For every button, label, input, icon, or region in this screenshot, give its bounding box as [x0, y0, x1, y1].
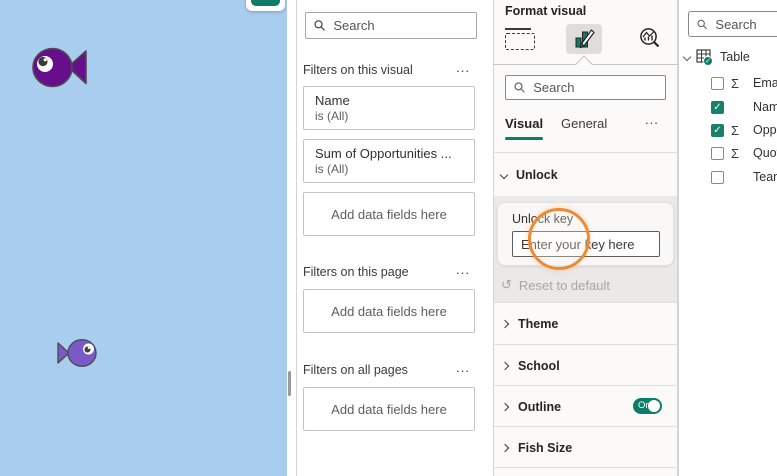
- search-icon: [314, 20, 325, 31]
- filter-card-name[interactable]: Name is (All): [303, 86, 475, 130]
- toggle-knob: [648, 400, 660, 412]
- unlock-key-input[interactable]: [512, 231, 660, 257]
- small-fish[interactable]: [54, 336, 106, 370]
- chevron-right-icon: [500, 319, 510, 328]
- tab-visual[interactable]: Visual: [505, 116, 543, 131]
- outline-toggle-on[interactable]: On: [633, 398, 662, 414]
- report-canvas[interactable]: [0, 0, 287, 476]
- chevron-down-icon: [499, 170, 509, 180]
- unlock-key-label: Unlock key: [512, 212, 574, 226]
- filters-visual-more-button[interactable]: ...: [456, 60, 470, 75]
- reset-label: Reset to default: [518, 277, 610, 293]
- table-name: Table: [720, 50, 750, 64]
- field-label[interactable]: Quota: [753, 146, 777, 160]
- outline-card-label: Outline: [518, 399, 562, 414]
- format-tabs-more-button[interactable]: ...: [645, 112, 659, 127]
- field-row-team: Team: [679, 169, 777, 185]
- format-search-box[interactable]: [505, 75, 666, 100]
- checkbox-unchecked[interactable]: [711, 170, 724, 184]
- theme-card-label: Theme: [518, 316, 559, 331]
- visual-header-toolbar[interactable]: [246, 0, 285, 11]
- format-card-fish-size[interactable]: Fish Size: [494, 427, 677, 468]
- filters-search-input[interactable]: [333, 18, 468, 33]
- filters-search-box[interactable]: [305, 12, 477, 39]
- reset-icon: ↺: [501, 277, 512, 292]
- field-label[interactable]: Email: [753, 76, 777, 90]
- filters-on-this-visual-label: Filters on this visual: [303, 63, 413, 77]
- chevron-right-icon: [500, 402, 510, 411]
- chevron-down-icon: [682, 52, 692, 62]
- filters-on-all-pages-label: Filters on all pages: [303, 363, 408, 377]
- chevron-right-icon: [500, 443, 510, 452]
- unlock-section-header[interactable]: Unlock: [499, 168, 558, 182]
- checkbox-unchecked[interactable]: [711, 76, 724, 90]
- field-row-quota: Σ Quota: [679, 145, 777, 161]
- sigma-icon: Σ: [731, 145, 740, 161]
- magnifier-chart-icon: [640, 28, 660, 48]
- sigma-icon: Σ: [731, 122, 740, 138]
- chevron-right-icon: [500, 361, 510, 370]
- format-visual-icon[interactable]: [566, 24, 602, 54]
- field-label[interactable]: Opportunities: [753, 123, 777, 137]
- fish-size-card-label: Fish Size: [518, 440, 573, 455]
- data-pane: [679, 0, 777, 476]
- filters-pane: Filters on this visual ... Name is (All)…: [297, 0, 480, 476]
- field-row-opportunities: ✓ Σ Opportunities: [679, 122, 777, 138]
- checkbox-unchecked[interactable]: [711, 146, 724, 160]
- format-card-theme[interactable]: Theme: [494, 303, 677, 344]
- filter-condition: is (All): [315, 109, 349, 123]
- field-row-email: Σ Email: [679, 75, 777, 91]
- table-tree-item[interactable]: ✓ Table: [682, 49, 750, 66]
- tab-general[interactable]: General: [561, 116, 607, 131]
- data-search-box[interactable]: [688, 11, 777, 37]
- field-label[interactable]: Name: [753, 100, 777, 114]
- filters-page-more-button[interactable]: ...: [456, 262, 470, 277]
- large-fish[interactable]: [28, 44, 90, 90]
- school-card-label: School: [518, 358, 560, 373]
- sigma-icon: Σ: [731, 75, 740, 91]
- build-visual-icon[interactable]: [502, 24, 538, 54]
- filters-all-pages-more-button[interactable]: ...: [456, 360, 470, 375]
- format-search-input[interactable]: [533, 80, 657, 95]
- reset-to-default-button[interactable]: ↺ Reset to default: [501, 277, 610, 293]
- checkbox-checked[interactable]: ✓: [711, 123, 724, 137]
- add-data-fields-dropzone-visual[interactable]: Add data fields here: [303, 192, 475, 236]
- unlock-section-label: Unlock: [516, 168, 558, 182]
- filter-field-name: Sum of Opportunities ...: [315, 146, 452, 161]
- section-divider: [494, 467, 677, 468]
- tabs-divider: [494, 152, 677, 153]
- table-icon: ✓: [696, 49, 714, 66]
- add-data-fields-dropzone-page[interactable]: Add data fields here: [303, 289, 475, 333]
- table-checked-badge: ✓: [703, 56, 713, 66]
- data-pane-left-divider: [678, 0, 679, 476]
- add-data-fields-dropzone-all-pages[interactable]: Add data fields here: [303, 387, 475, 431]
- format-visual-title: Format visual: [505, 4, 587, 18]
- unlock-key-card: Unlock key: [497, 202, 674, 266]
- visual-header-pill[interactable]: [251, 0, 280, 6]
- data-search-input[interactable]: [715, 16, 777, 32]
- active-tab-underline: [505, 137, 543, 140]
- field-row-name: ✓ Name: [679, 99, 777, 115]
- analytics-icon[interactable]: [632, 24, 668, 54]
- search-icon: [514, 82, 525, 93]
- filters-on-this-page-label: Filters on this page: [303, 265, 409, 279]
- field-label[interactable]: Team: [753, 170, 777, 184]
- checkbox-checked[interactable]: ✓: [711, 100, 724, 114]
- filter-condition: is (All): [315, 162, 349, 176]
- filter-card-opportunities[interactable]: Sum of Opportunities ... is (All): [303, 139, 475, 183]
- search-icon: [697, 19, 707, 29]
- paintbrush-chart-icon: [575, 29, 595, 49]
- format-card-school[interactable]: School: [494, 345, 677, 386]
- canvas-scrollbar-thumb[interactable]: [288, 371, 291, 396]
- unlock-card-region: Unlock key ↺ Reset to default: [494, 196, 677, 302]
- filter-field-name: Name: [315, 93, 350, 108]
